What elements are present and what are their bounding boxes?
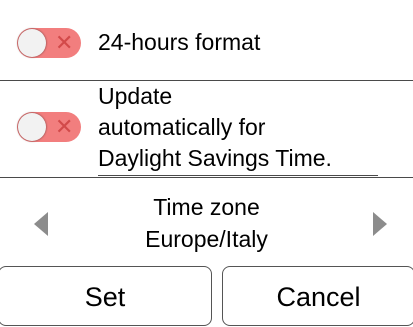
toggle-daylight-savings-line-1: Update [98,83,173,109]
chevron-right-icon[interactable] [363,204,393,244]
toggle-24-hours-label: 24-hours format [98,29,261,55]
toggle-daylight-savings-line-2: automatically for [98,114,266,140]
toggle-daylight-savings-line-3: Daylight Savings Time. [98,145,332,171]
close-icon: ✕ [55,30,74,55]
timezone-selector: Time zone Europe/Italy [0,178,413,264]
divider [98,175,378,176]
close-icon: ✕ [55,114,74,139]
toggle-knob [18,29,46,57]
toggle-row-daylight-savings[interactable]: ✕ Update automatically for Daylight Savi… [0,82,413,178]
timezone-title: Time zone [153,194,260,220]
divider [0,80,413,81]
set-button[interactable]: Set [0,266,212,326]
toggle-24-hours-switch[interactable]: ✕ [17,28,81,58]
timezone-value: Europe/Italy [145,226,268,252]
cancel-button[interactable]: Cancel [222,266,413,326]
toggle-row-24-hours[interactable]: ✕ 24-hours format [0,0,413,82]
toggle-daylight-savings-switch[interactable]: ✕ [17,112,81,142]
toggle-knob [18,113,46,141]
